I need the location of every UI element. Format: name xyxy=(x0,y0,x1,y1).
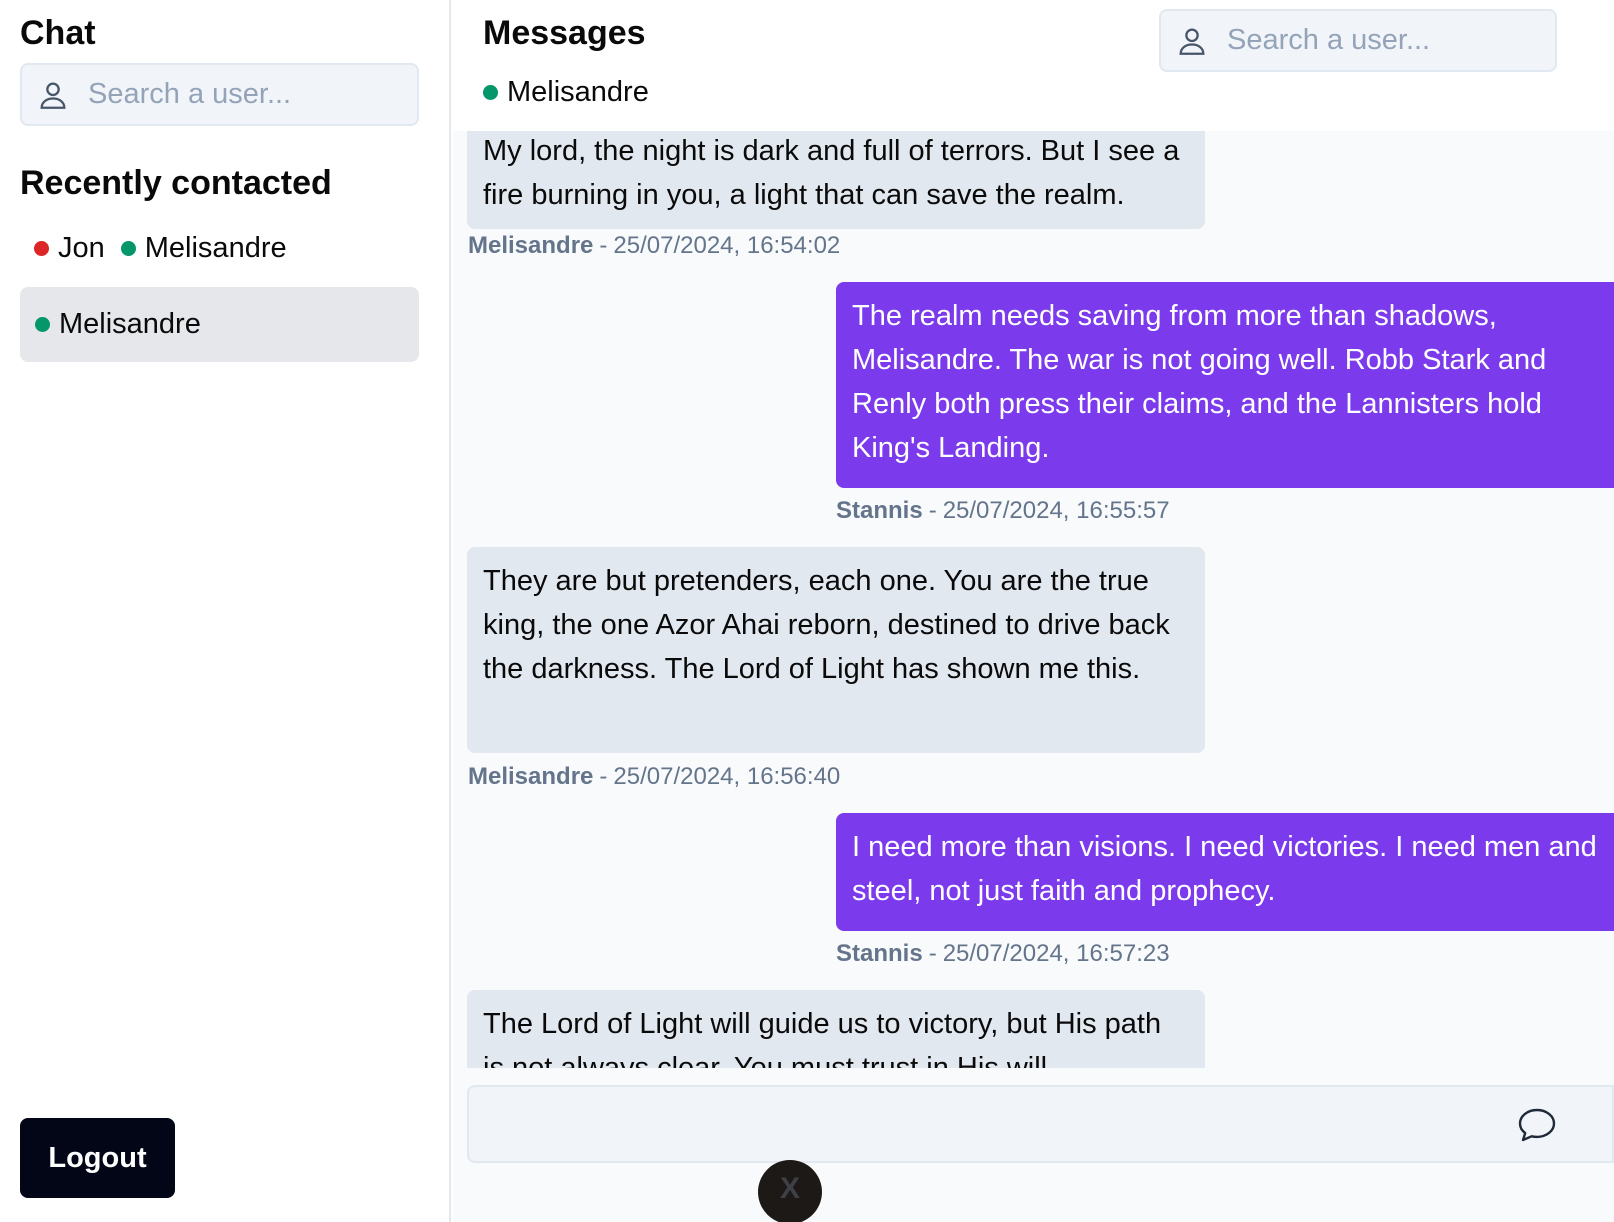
message-bubble-incoming: They are but pretenders, each one. You a… xyxy=(467,547,1205,753)
message-input[interactable] xyxy=(483,1097,1503,1153)
conversation-item-melisandre[interactable]: Melisandre xyxy=(20,287,419,362)
chat-bubble-icon[interactable] xyxy=(1517,1107,1557,1143)
floating-dev-badge[interactable]: X xyxy=(758,1160,822,1222)
user-icon xyxy=(40,82,66,109)
message-timestamp: 25/07/2024, 16:54:02 xyxy=(613,232,841,259)
message-timestamp: 25/07/2024, 16:55:57 xyxy=(942,497,1170,524)
active-conversation-user: Melisandre xyxy=(483,76,649,109)
page-title: Messages xyxy=(483,14,646,52)
message-timestamp: 25/07/2024, 16:56:40 xyxy=(613,763,841,790)
message-meta: Stannis -25/07/2024, 16:55:57 xyxy=(836,497,1170,525)
meta-separator: - xyxy=(928,497,937,524)
recent-contact-name: Jon xyxy=(58,232,105,264)
logout-button[interactable]: Logout xyxy=(20,1118,175,1198)
header-search[interactable] xyxy=(1159,9,1557,72)
message-meta: Stannis -25/07/2024, 16:57:23 xyxy=(836,940,1170,968)
sidebar-search-input[interactable] xyxy=(88,78,368,111)
message-sender: Stannis xyxy=(836,940,923,967)
message-sender: Stannis xyxy=(836,497,923,524)
message-bubble-outgoing: The realm needs saving from more than sh… xyxy=(836,282,1614,488)
meta-separator: - xyxy=(928,940,937,967)
recently-contacted-heading: Recently contacted xyxy=(20,164,332,202)
message-meta: Melisandre -25/07/2024, 16:56:40 xyxy=(468,763,840,791)
meta-separator: - xyxy=(599,763,608,790)
online-status-dot xyxy=(120,241,136,256)
message-meta: Melisandre -25/07/2024, 16:54:02 xyxy=(468,232,840,260)
message-timestamp: 25/07/2024, 16:57:23 xyxy=(942,940,1170,967)
recently-contacted-list: Jon Melisandre xyxy=(34,232,303,265)
chat-header: Messages Melisandre xyxy=(453,0,1614,131)
online-status-dot xyxy=(35,317,50,332)
message-bubble-outgoing: I need more than visions. I need victori… xyxy=(836,813,1614,931)
online-status-dot xyxy=(483,85,498,100)
offline-status-dot xyxy=(34,241,49,256)
recent-contact-jon[interactable]: Jon xyxy=(34,232,105,265)
message-list[interactable]: My lord, the night is dark and full of t… xyxy=(453,131,1614,1068)
sidebar: Chat Recently contacted Jon Melisandre M… xyxy=(0,0,451,1222)
chat-panel: My lord, the night is dark and full of t… xyxy=(453,0,1614,1222)
conversation-name: Melisandre xyxy=(59,308,201,340)
header-search-input[interactable] xyxy=(1227,24,1507,57)
user-icon xyxy=(1179,28,1205,55)
sidebar-title: Chat xyxy=(20,14,96,52)
sidebar-search[interactable] xyxy=(20,63,419,126)
message-sender: Melisandre xyxy=(468,232,594,259)
message-bubble-incoming: My lord, the night is dark and full of t… xyxy=(467,131,1205,229)
message-composer xyxy=(467,1085,1614,1163)
message-sender: Melisandre xyxy=(468,763,594,790)
floating-badge-letter: X xyxy=(779,1172,800,1205)
meta-separator: - xyxy=(599,232,608,259)
message-bubble-incoming: The Lord of Light will guide us to victo… xyxy=(467,990,1205,1068)
recent-contact-name: Melisandre xyxy=(144,232,287,264)
active-user-name: Melisandre xyxy=(507,76,649,108)
recent-contact-melisandre[interactable]: Melisandre xyxy=(120,232,287,265)
